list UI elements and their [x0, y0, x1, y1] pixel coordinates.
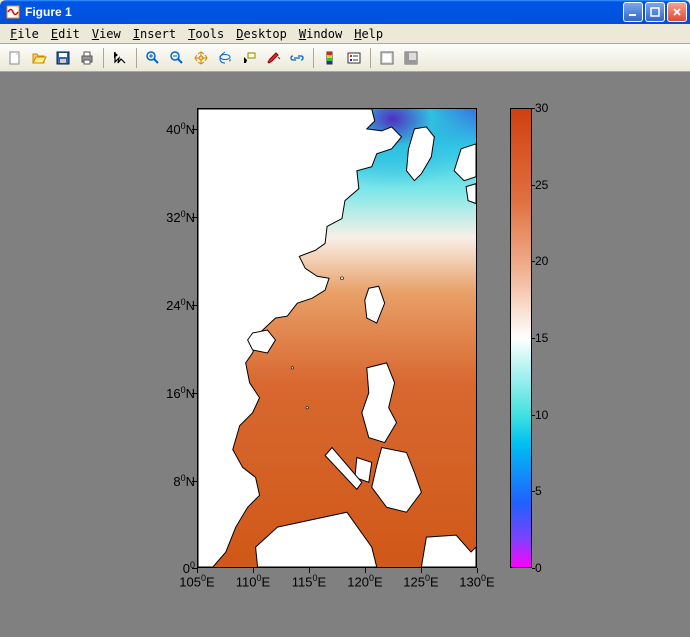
toolbar-separator — [313, 48, 314, 68]
zoom-out-button[interactable] — [166, 47, 188, 69]
titlebar: Figure 1 — [0, 0, 690, 24]
xtick-label: 1250E — [403, 573, 438, 589]
cb-tick-label: 5 — [535, 484, 542, 498]
menu-edit[interactable]: Edit — [45, 26, 86, 42]
ytick-label: 240N — [166, 297, 195, 313]
toolbar-separator — [103, 48, 104, 68]
menu-view[interactable]: View — [86, 26, 127, 42]
xtick-label: 1200E — [347, 573, 382, 589]
data-cursor-button[interactable] — [238, 47, 260, 69]
map-plot[interactable] — [197, 108, 477, 568]
ytick-label: 320N — [166, 209, 195, 225]
menu-desktop[interactable]: Desktop — [230, 26, 293, 42]
menu-insert[interactable]: Insert — [127, 26, 182, 42]
cb-tick-label: 10 — [535, 408, 548, 422]
ytick-label: 80N — [173, 473, 195, 489]
cb-tick-label: 15 — [535, 331, 548, 345]
toolbar-separator — [370, 48, 371, 68]
window-title: Figure 1 — [25, 5, 623, 19]
heatmap-image — [198, 109, 476, 567]
toolbar — [0, 44, 690, 72]
menu-help[interactable]: Help — [348, 26, 389, 42]
pan-button[interactable] — [190, 47, 212, 69]
cb-tick-label: 20 — [535, 254, 548, 268]
figure-canvas[interactable]: 400N 320N 240N 160N 80N 00 1050E 1100E 1… — [0, 72, 690, 637]
menu-window[interactable]: Window — [293, 26, 348, 42]
link-plot-button[interactable] — [286, 47, 308, 69]
print-button[interactable] — [76, 47, 98, 69]
edit-plot-button[interactable] — [109, 47, 131, 69]
menu-file[interactable]: File — [4, 26, 45, 42]
cb-tick-label: 25 — [535, 178, 548, 192]
show-plot-tools-button[interactable] — [400, 47, 422, 69]
insert-legend-button[interactable] — [343, 47, 365, 69]
colorbar[interactable] — [510, 108, 532, 568]
xtick-label: 1150E — [292, 573, 326, 589]
cb-tick-label: 30 — [535, 101, 548, 115]
ytick-label: 400N — [166, 121, 195, 137]
xtick-label: 1050E — [179, 573, 214, 589]
rotate3d-button[interactable] — [214, 47, 236, 69]
brush-button[interactable] — [262, 47, 284, 69]
menubar: File Edit View Insert Tools Desktop Wind… — [0, 24, 690, 44]
insert-colorbar-button[interactable] — [319, 47, 341, 69]
window-controls — [623, 2, 687, 22]
maximize-button[interactable] — [645, 2, 665, 22]
cb-tick-label: 0 — [535, 561, 542, 575]
close-button[interactable] — [667, 2, 687, 22]
new-figure-button[interactable] — [4, 47, 26, 69]
hide-plot-tools-button[interactable] — [376, 47, 398, 69]
zoom-in-button[interactable] — [142, 47, 164, 69]
menu-tools[interactable]: Tools — [182, 26, 230, 42]
axes: 400N 320N 240N 160N 80N 00 1050E 1100E 1… — [135, 108, 640, 623]
save-button[interactable] — [52, 47, 74, 69]
xtick-label: 1300E — [459, 573, 494, 589]
xtick-label: 1100E — [236, 573, 270, 589]
minimize-button[interactable] — [623, 2, 643, 22]
ytick-label: 160N — [166, 385, 195, 401]
app-icon — [5, 4, 21, 20]
toolbar-separator — [136, 48, 137, 68]
open-button[interactable] — [28, 47, 50, 69]
